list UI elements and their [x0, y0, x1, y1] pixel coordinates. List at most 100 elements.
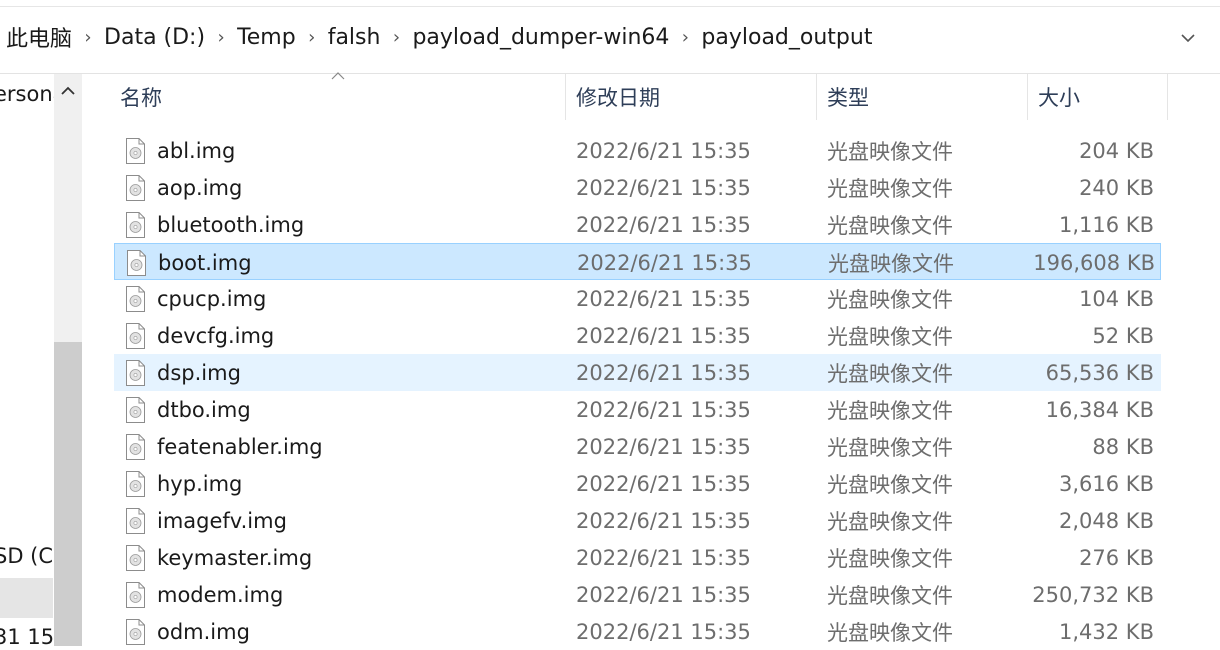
disc-image-file-icon: [126, 471, 145, 497]
file-size: 204 KB: [1079, 138, 1154, 163]
file-size: 52 KB: [1092, 323, 1154, 348]
disc-image-file-icon: [126, 619, 145, 645]
file-size: 196,608 KB: [1033, 250, 1155, 275]
disc-image-file-icon: [126, 360, 145, 386]
file-name[interactable]: boot.img: [158, 244, 252, 281]
file-modified-date: 2022/6/21 15:35: [577, 250, 752, 275]
file-name[interactable]: featenabler.img: [157, 428, 323, 465]
file-row[interactable]: devcfg.img 2022/6/21 15:35 光盘映像文件 52 KB: [114, 317, 1161, 354]
file-row[interactable]: keymaster.img 2022/6/21 15:35 光盘映像文件 276…: [114, 539, 1161, 576]
column-divider[interactable]: [1027, 74, 1028, 120]
breadcrumb-separator-icon[interactable]: ›: [382, 27, 410, 48]
file-name[interactable]: devcfg.img: [157, 317, 274, 354]
file-name[interactable]: cpucp.img: [157, 280, 266, 317]
disc-image-file-icon: [126, 434, 145, 460]
nav-item-partial[interactable]: 31 15: [0, 625, 54, 646]
scrollbar-thumb[interactable]: [54, 342, 82, 646]
navigation-scrollbar[interactable]: [54, 74, 82, 646]
file-name[interactable]: modem.img: [157, 576, 283, 613]
column-header-type[interactable]: 类型: [827, 74, 869, 120]
column-header-size[interactable]: 大小: [1038, 74, 1080, 120]
file-row[interactable]: boot.img 2022/6/21 15:35 光盘映像文件 196,608 …: [114, 243, 1161, 280]
divider: [0, 6, 1220, 7]
file-row[interactable]: odm.img 2022/6/21 15:35 光盘映像文件 1,432 KB: [114, 613, 1161, 650]
file-name[interactable]: hyp.img: [157, 465, 242, 502]
file-row[interactable]: aop.img 2022/6/21 15:35 光盘映像文件 240 KB: [114, 169, 1161, 206]
file-type: 光盘映像文件: [827, 213, 953, 238]
disc-image-file-icon: [126, 138, 145, 164]
address-bar[interactable]: 此电脑 › Data (D:) › Temp › falsh › payload…: [0, 0, 1220, 74]
file-row[interactable]: abl.img 2022/6/21 15:35 光盘映像文件 204 KB: [114, 132, 1161, 169]
file-name[interactable]: dtbo.img: [157, 391, 251, 428]
breadcrumb-separator-icon[interactable]: ›: [671, 27, 699, 48]
file-type: 光盘映像文件: [828, 251, 954, 276]
sort-ascending-icon: [331, 72, 345, 80]
file-name[interactable]: keymaster.img: [157, 539, 312, 576]
file-row[interactable]: featenabler.img 2022/6/21 15:35 光盘映像文件 8…: [114, 428, 1161, 465]
disc-image-file-icon: [126, 545, 145, 571]
file-row[interactable]: cpucp.img 2022/6/21 15:35 光盘映像文件 104 KB: [114, 280, 1161, 317]
disc-image-file-icon: [127, 250, 146, 276]
scroll-up-button[interactable]: [54, 74, 82, 106]
file-modified-date: 2022/6/21 15:35: [576, 323, 751, 348]
disc-image-file-icon: [126, 323, 145, 349]
chevron-up-icon: [61, 86, 75, 95]
file-size: 88 KB: [1092, 434, 1154, 459]
file-size: 1,432 KB: [1059, 619, 1154, 644]
breadcrumb-item-falsh[interactable]: falsh: [326, 25, 383, 50]
file-name[interactable]: dsp.img: [157, 354, 241, 391]
nav-item-ssd-c[interactable]: SD (C:: [0, 544, 60, 568]
file-row[interactable]: modem.img 2022/6/21 15:35 光盘映像文件 250,732…: [114, 576, 1161, 613]
file-size: 16,384 KB: [1045, 397, 1154, 422]
file-name[interactable]: bluetooth.img: [157, 206, 304, 243]
breadcrumb-separator-icon[interactable]: ›: [207, 27, 235, 48]
breadcrumb-item-payload-output[interactable]: payload_output: [699, 25, 874, 50]
file-modified-date: 2022/6/21 15:35: [576, 619, 751, 644]
file-modified-date: 2022/6/21 15:35: [576, 582, 751, 607]
breadcrumb-item-payload-dumper[interactable]: payload_dumper-win64: [410, 25, 671, 50]
file-type: 光盘映像文件: [827, 435, 953, 460]
column-divider[interactable]: [565, 74, 566, 120]
file-name[interactable]: aop.img: [157, 169, 242, 206]
column-header-date[interactable]: 修改日期: [576, 74, 660, 120]
file-name[interactable]: odm.img: [157, 613, 250, 650]
breadcrumb-separator-icon[interactable]: ›: [298, 27, 326, 48]
file-type: 光盘映像文件: [827, 472, 953, 497]
file-row[interactable]: dsp.img 2022/6/21 15:35 光盘映像文件 65,536 KB: [114, 354, 1161, 391]
file-name[interactable]: abl.img: [157, 132, 235, 169]
file-row[interactable]: imagefv.img 2022/6/21 15:35 光盘映像文件 2,048…: [114, 502, 1161, 539]
file-modified-date: 2022/6/21 15:35: [576, 545, 751, 570]
file-name[interactable]: imagefv.img: [157, 502, 287, 539]
file-size: 104 KB: [1079, 286, 1154, 311]
file-type: 光盘映像文件: [827, 620, 953, 645]
file-modified-date: 2022/6/21 15:35: [576, 175, 751, 200]
breadcrumb-separator-icon[interactable]: ›: [74, 27, 102, 48]
file-modified-date: 2022/6/21 15:35: [576, 434, 751, 459]
chevron-down-icon: [1181, 34, 1195, 43]
file-modified-date: 2022/6/21 15:35: [576, 138, 751, 163]
column-divider[interactable]: [1167, 74, 1168, 120]
column-header-name[interactable]: 名称: [120, 74, 162, 120]
nav-item-selected-highlight[interactable]: [0, 578, 53, 618]
file-modified-date: 2022/6/21 15:35: [576, 397, 751, 422]
breadcrumb-item-data-drive[interactable]: Data (D:): [102, 25, 207, 50]
file-list[interactable]: 名称 修改日期 类型 大小 abl.img 2022/6/21 15:35 光盘…: [82, 72, 1220, 646]
file-size: 250,732 KB: [1032, 582, 1154, 607]
file-type: 光盘映像文件: [827, 176, 953, 201]
file-size: 65,536 KB: [1045, 360, 1154, 385]
file-row[interactable]: dtbo.img 2022/6/21 15:35 光盘映像文件 16,384 K…: [114, 391, 1161, 428]
address-history-dropdown[interactable]: [1172, 22, 1204, 54]
file-modified-date: 2022/6/21 15:35: [576, 508, 751, 533]
file-row[interactable]: hyp.img 2022/6/21 15:35 光盘映像文件 3,616 KB: [114, 465, 1161, 502]
file-size: 240 KB: [1079, 175, 1154, 200]
file-type: 光盘映像文件: [827, 583, 953, 608]
file-size: 1,116 KB: [1059, 212, 1154, 237]
breadcrumb-item-temp[interactable]: Temp: [235, 25, 298, 50]
file-row[interactable]: bluetooth.img 2022/6/21 15:35 光盘映像文件 1,1…: [114, 206, 1161, 243]
column-divider[interactable]: [816, 74, 817, 120]
file-type: 光盘映像文件: [827, 287, 953, 312]
file-type: 光盘映像文件: [827, 509, 953, 534]
file-modified-date: 2022/6/21 15:35: [576, 212, 751, 237]
breadcrumb-item-this-pc[interactable]: 此电脑: [4, 21, 74, 53]
column-header: 名称 修改日期 类型 大小: [82, 72, 1220, 120]
